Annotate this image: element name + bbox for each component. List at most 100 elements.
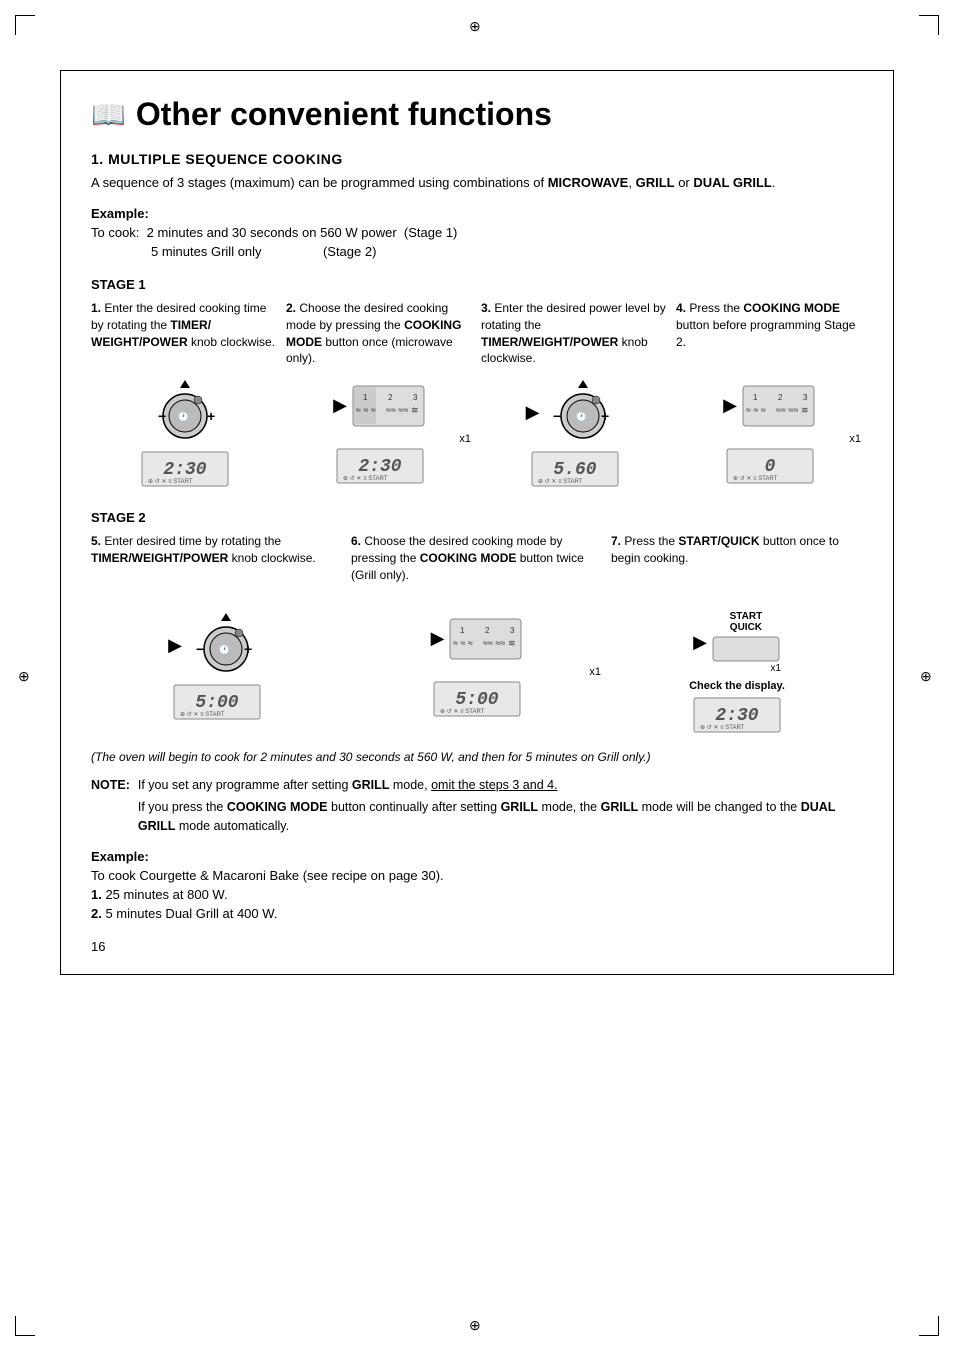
svg-text:≋: ≋ <box>801 405 809 415</box>
step5-diagram: ▶ − + 🕐 <box>91 611 343 721</box>
example2-item2: 2. 5 minutes Dual Grill at 400 W. <box>91 906 863 921</box>
svg-text:3: 3 <box>803 393 808 402</box>
svg-text:⊕ ↺ ✕ ≡ START: ⊕ ↺ ✕ ≡ START <box>148 478 193 485</box>
step2-diagram: ▶ 1 2 3 ≈ ≈ ≈ ≈≈ ≈≈ ≋ <box>286 378 473 485</box>
svg-text:+: + <box>207 408 215 424</box>
svg-text:≈≈ ≈≈: ≈≈ ≈≈ <box>386 405 408 415</box>
svg-text:−: − <box>158 408 166 424</box>
page: 📖 Other convenient functions 1. MULTIPLE… <box>0 0 954 1351</box>
step1-text: 1. Enter the desired cooking time by rot… <box>91 300 278 370</box>
stage1-steps: 1. Enter the desired cooking time by rot… <box>91 300 863 488</box>
title-text: Other convenient functions <box>136 96 552 133</box>
step2-x1: x1 <box>286 433 473 445</box>
section1-title: 1. MULTIPLE SEQUENCE COOKING <box>91 151 863 167</box>
stage1-label: STAGE 1 <box>91 277 863 292</box>
step2-display-svg: 2:30 ⊕ ↺ ✕ ≡ START <box>335 447 425 485</box>
step3-col: 3. Enter the desired power level by rota… <box>481 300 668 488</box>
svg-text:🕐: 🕐 <box>218 643 230 656</box>
svg-text:≈ ≈ ≈: ≈ ≈ ≈ <box>746 405 766 415</box>
step7-button-svg <box>711 635 781 663</box>
step6-panel-svg: 1 2 3 ≈ ≈ ≈ ≈≈ ≈≈ ≋ <box>448 611 523 666</box>
step6-display-svg: 5:00 ⊕ ↺ ✕ ≡ START <box>432 680 522 718</box>
step3-knob-svg: − + 🕐 <box>543 378 623 446</box>
step6-diagram: ▶ 1 2 3 ≈ ≈ ≈ ≈≈ ≈≈ ≋ x1 <box>351 611 603 718</box>
step1-diagram: − + 🕐 2:30 <box>91 378 278 488</box>
step2-panel-svg: 1 2 3 ≈ ≈ ≈ ≈≈ ≈≈ ≋ <box>351 378 426 433</box>
note-label: NOTE: <box>91 776 130 835</box>
svg-text:2:30: 2:30 <box>715 706 758 726</box>
svg-text:≈ ≈ ≈: ≈ ≈ ≈ <box>453 638 473 648</box>
corner-tr <box>919 15 939 35</box>
step4-panel-svg: 1 2 3 ≈ ≈ ≈ ≈≈ ≈≈ ≋ <box>741 378 816 433</box>
svg-text:0: 0 <box>764 457 775 477</box>
svg-text:3: 3 <box>413 393 418 402</box>
corner-bl <box>15 1316 35 1336</box>
step2-col: 2. Choose the desired cooking mode by pr… <box>286 300 473 488</box>
corner-br <box>919 1316 939 1336</box>
step4-x1: x1 <box>676 433 863 445</box>
note-line1: If you set any programme after setting G… <box>138 776 863 795</box>
svg-text:+: + <box>601 408 609 424</box>
reg-mark-left <box>18 668 34 684</box>
svg-text:⊕ ↺ ✕ ≡ START: ⊕ ↺ ✕ ≡ START <box>343 475 388 482</box>
svg-text:5:00: 5:00 <box>455 690 498 710</box>
svg-text:🕐: 🕐 <box>177 410 189 423</box>
example1-line2: 5 minutes Grill only (Stage 2) <box>151 244 863 259</box>
example1-line1: To cook: 2 minutes and 30 seconds on 560… <box>91 225 863 240</box>
step5-col: 5. Enter desired time by rotating the TI… <box>91 533 343 734</box>
step2-text: 2. Choose the desired cooking mode by pr… <box>286 300 473 370</box>
svg-text:🕐: 🕐 <box>575 410 587 423</box>
step1-knob-svg: − + 🕐 <box>140 378 230 446</box>
step6-col: 6. Choose the desired cooking mode by pr… <box>351 533 603 734</box>
svg-text:⊕ ↺ ✕ ≡ START: ⊕ ↺ ✕ ≡ START <box>700 724 745 731</box>
step6-text: 6. Choose the desired cooking mode by pr… <box>351 533 603 603</box>
reg-mark-top <box>469 18 485 34</box>
step3-diagram: ▶ − + 🕐 <box>481 378 668 488</box>
stage2-steps: 5. Enter desired time by rotating the TI… <box>91 533 863 734</box>
svg-text:⊕ ↺ ✕ ≡ START: ⊕ ↺ ✕ ≡ START <box>440 708 485 715</box>
example2-item1: 1. 25 minutes at 800 W. <box>91 887 863 902</box>
example2-section: Example: To cook Courgette & Macaroni Ba… <box>91 849 863 921</box>
svg-text:≈≈ ≈≈: ≈≈ ≈≈ <box>776 405 798 415</box>
svg-text:−: − <box>553 408 561 424</box>
reg-mark-bottom <box>469 1317 485 1333</box>
svg-text:⊕ ↺ ✕ ≡ START: ⊕ ↺ ✕ ≡ START <box>538 478 583 485</box>
svg-text:2: 2 <box>388 393 393 402</box>
intro-text: A sequence of 3 stages (maximum) can be … <box>91 175 863 190</box>
example2-line1: To cook Courgette & Macaroni Bake (see r… <box>91 868 863 883</box>
svg-text:5.60: 5.60 <box>553 460 596 480</box>
svg-text:−: − <box>196 641 204 657</box>
svg-text:≈≈ ≈≈: ≈≈ ≈≈ <box>483 638 505 648</box>
footer-note: (The oven will begin to cook for 2 minut… <box>91 750 863 764</box>
step5-knob-svg: − + 🕐 <box>186 611 266 679</box>
svg-text:⊕ ↺ ✕ ≡ START: ⊕ ↺ ✕ ≡ START <box>180 711 225 718</box>
svg-text:1: 1 <box>460 626 465 635</box>
step1-col: 1. Enter the desired cooking time by rot… <box>91 300 278 488</box>
svg-text:2:30: 2:30 <box>163 460 206 480</box>
svg-text:2:30: 2:30 <box>358 457 401 477</box>
step7-display-svg: 2:30 ⊕ ↺ ✕ ≡ START <box>692 696 782 734</box>
stage2-label: STAGE 2 <box>91 510 863 525</box>
reg-mark-right <box>920 668 936 684</box>
svg-text:2: 2 <box>778 393 783 402</box>
note-content: If you set any programme after setting G… <box>138 776 863 835</box>
svg-text:1: 1 <box>753 393 758 402</box>
step4-col: 4. Press the COOKING MODE button before … <box>676 300 863 488</box>
step3-text: 3. Enter the desired power level by rota… <box>481 300 668 370</box>
step7-text: 7. Press the START/QUICK button once to … <box>611 533 863 603</box>
corner-tl <box>15 15 35 35</box>
page-title: 📖 Other convenient functions <box>91 96 863 133</box>
svg-text:3: 3 <box>510 626 515 635</box>
step7-diagram: ▶ STARTQUICK x1 Check the display. <box>611 611 863 734</box>
page-number: 16 <box>91 939 863 954</box>
step7-col: 7. Press the START/QUICK button once to … <box>611 533 863 734</box>
step3-display-svg: 5.60 ⊕ ↺ ✕ ≡ START <box>530 450 620 488</box>
step5-text: 5. Enter desired time by rotating the TI… <box>91 533 343 603</box>
svg-text:5:00: 5:00 <box>195 693 238 713</box>
svg-text:+: + <box>244 641 252 657</box>
step4-text: 4. Press the COOKING MODE button before … <box>676 300 863 370</box>
book-icon: 📖 <box>91 98 126 131</box>
step4-display-svg: 0 ⊕ ↺ ✕ ≡ START <box>725 447 815 485</box>
note-section: NOTE: If you set any programme after set… <box>91 776 863 835</box>
example2-label: Example: <box>91 849 863 864</box>
